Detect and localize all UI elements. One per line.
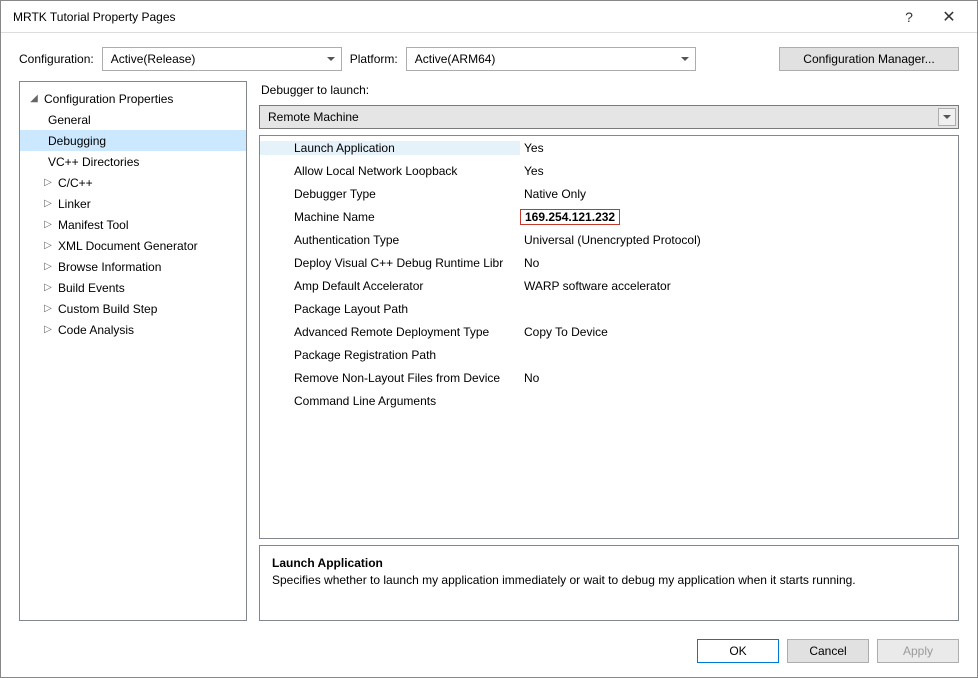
tree-item-general[interactable]: General bbox=[20, 109, 246, 130]
chevron-right-icon: ▷ bbox=[42, 324, 54, 335]
property-value: Native Only bbox=[520, 187, 958, 201]
property-row[interactable]: Command Line Arguments bbox=[260, 389, 958, 412]
tree-item-label: General bbox=[46, 113, 91, 127]
content-area: ◢ Configuration Properties General Debugg… bbox=[1, 81, 977, 631]
tree-item-build-events[interactable]: ▷Build Events bbox=[20, 277, 246, 298]
tree-item-manifest-tool[interactable]: ▷Manifest Tool bbox=[20, 214, 246, 235]
tree-item-label: Custom Build Step bbox=[56, 302, 157, 316]
property-row[interactable]: Package Layout Path bbox=[260, 297, 958, 320]
property-name: Machine Name bbox=[260, 210, 520, 224]
property-row[interactable]: Authentication TypeUniversal (Unencrypte… bbox=[260, 228, 958, 251]
description-title: Launch Application bbox=[272, 556, 946, 570]
tree-item-label: XML Document Generator bbox=[56, 239, 198, 253]
tree-item-browse-information[interactable]: ▷Browse Information bbox=[20, 256, 246, 277]
property-row[interactable]: Remove Non-Layout Files from DeviceNo bbox=[260, 366, 958, 389]
config-toolbar: Configuration: Active(Release) Platform:… bbox=[1, 33, 977, 81]
property-grid: Launch ApplicationYesAllow Local Network… bbox=[259, 135, 959, 539]
property-name: Debugger Type bbox=[260, 187, 520, 201]
property-name: Package Layout Path bbox=[260, 302, 520, 316]
description-panel: Launch Application Specifies whether to … bbox=[259, 545, 959, 621]
debugger-to-launch-value: Remote Machine bbox=[268, 110, 359, 124]
property-row[interactable]: Launch ApplicationYes bbox=[260, 136, 958, 159]
property-name: Launch Application bbox=[260, 141, 520, 155]
property-name: Amp Default Accelerator bbox=[260, 279, 520, 293]
chevron-down-icon bbox=[327, 57, 335, 61]
chevron-down-icon bbox=[938, 108, 956, 126]
tree-item-label: Debugging bbox=[46, 134, 106, 148]
cancel-button[interactable]: Cancel bbox=[787, 639, 869, 663]
property-name: Command Line Arguments bbox=[260, 394, 520, 408]
property-row[interactable]: Package Registration Path bbox=[260, 343, 958, 366]
property-name: Deploy Visual C++ Debug Runtime Libr bbox=[260, 256, 520, 270]
close-button[interactable]: ✕ bbox=[929, 1, 969, 33]
property-value: Copy To Device bbox=[520, 325, 958, 339]
property-row[interactable]: Advanced Remote Deployment TypeCopy To D… bbox=[260, 320, 958, 343]
ok-button[interactable]: OK bbox=[697, 639, 779, 663]
tree-root[interactable]: ◢ Configuration Properties bbox=[20, 88, 246, 109]
property-name: Package Registration Path bbox=[260, 348, 520, 362]
tree-item-label: Manifest Tool bbox=[56, 218, 128, 232]
apply-button[interactable]: Apply bbox=[877, 639, 959, 663]
tree-item-linker[interactable]: ▷Linker bbox=[20, 193, 246, 214]
platform-dropdown[interactable]: Active(ARM64) bbox=[406, 47, 696, 71]
window-title: MRTK Tutorial Property Pages bbox=[9, 10, 889, 24]
tree-item-label: Linker bbox=[56, 197, 91, 211]
tree-panel: ◢ Configuration Properties General Debugg… bbox=[19, 81, 247, 621]
tree-item-debugging[interactable]: Debugging bbox=[20, 130, 246, 151]
help-icon: ? bbox=[905, 9, 913, 25]
property-value: Universal (Unencrypted Protocol) bbox=[520, 233, 958, 247]
property-name: Remove Non-Layout Files from Device bbox=[260, 371, 520, 385]
property-row[interactable]: Debugger TypeNative Only bbox=[260, 182, 958, 205]
dialog-footer: OK Cancel Apply bbox=[1, 631, 977, 677]
platform-label: Platform: bbox=[350, 52, 398, 66]
debugger-to-launch-dropdown[interactable]: Remote Machine bbox=[259, 105, 959, 129]
chevron-right-icon: ▷ bbox=[42, 219, 54, 230]
chevron-down-icon bbox=[681, 57, 689, 61]
property-value: No bbox=[520, 256, 958, 270]
configuration-dropdown[interactable]: Active(Release) bbox=[102, 47, 342, 71]
debugger-to-launch-label: Debugger to launch: bbox=[259, 81, 959, 99]
tree-item-c-c-[interactable]: ▷C/C++ bbox=[20, 172, 246, 193]
property-name: Allow Local Network Loopback bbox=[260, 164, 520, 178]
property-name: Authentication Type bbox=[260, 233, 520, 247]
tree-item-label: Build Events bbox=[56, 281, 125, 295]
tree-item-label: Browse Information bbox=[56, 260, 161, 274]
property-value: 169.254.121.232 bbox=[520, 209, 620, 225]
chevron-right-icon: ▷ bbox=[42, 303, 54, 314]
main-panel: Debugger to launch: Remote Machine Launc… bbox=[259, 81, 959, 621]
property-row[interactable]: Machine Name169.254.121.232 bbox=[260, 205, 958, 228]
configuration-manager-button[interactable]: Configuration Manager... bbox=[779, 47, 959, 71]
tree-item-label: C/C++ bbox=[56, 176, 93, 190]
property-row[interactable]: Amp Default AcceleratorWARP software acc… bbox=[260, 274, 958, 297]
chevron-right-icon: ▷ bbox=[42, 282, 54, 293]
close-icon: ✕ bbox=[942, 7, 955, 27]
tree-item-xml-document-generator[interactable]: ▷XML Document Generator bbox=[20, 235, 246, 256]
chevron-right-icon: ▷ bbox=[42, 177, 54, 188]
tree-item-code-analysis[interactable]: ▷Code Analysis bbox=[20, 319, 246, 340]
help-button[interactable]: ? bbox=[889, 1, 929, 33]
property-value: Yes bbox=[520, 164, 958, 178]
platform-value: Active(ARM64) bbox=[415, 52, 496, 66]
tree-item-label: Code Analysis bbox=[56, 323, 134, 337]
tree-item-vc-directories[interactable]: VC++ Directories bbox=[20, 151, 246, 172]
configuration-label: Configuration: bbox=[19, 52, 94, 66]
property-value: WARP software accelerator bbox=[520, 279, 958, 293]
chevron-right-icon: ▷ bbox=[42, 198, 54, 209]
tree-item-label: VC++ Directories bbox=[46, 155, 139, 169]
description-text: Specifies whether to launch my applicati… bbox=[272, 572, 946, 588]
tree-item-custom-build-step[interactable]: ▷Custom Build Step bbox=[20, 298, 246, 319]
property-name: Advanced Remote Deployment Type bbox=[260, 325, 520, 339]
property-row[interactable]: Allow Local Network LoopbackYes bbox=[260, 159, 958, 182]
chevron-right-icon: ▷ bbox=[42, 240, 54, 251]
property-value: Yes bbox=[520, 141, 958, 155]
chevron-right-icon: ▷ bbox=[42, 261, 54, 272]
configuration-value: Active(Release) bbox=[111, 52, 196, 66]
property-row[interactable]: Deploy Visual C++ Debug Runtime LibrNo bbox=[260, 251, 958, 274]
chevron-down-icon: ◢ bbox=[28, 93, 40, 104]
property-value: No bbox=[520, 371, 958, 385]
titlebar: MRTK Tutorial Property Pages ? ✕ bbox=[1, 1, 977, 33]
tree-root-label: Configuration Properties bbox=[42, 92, 173, 106]
